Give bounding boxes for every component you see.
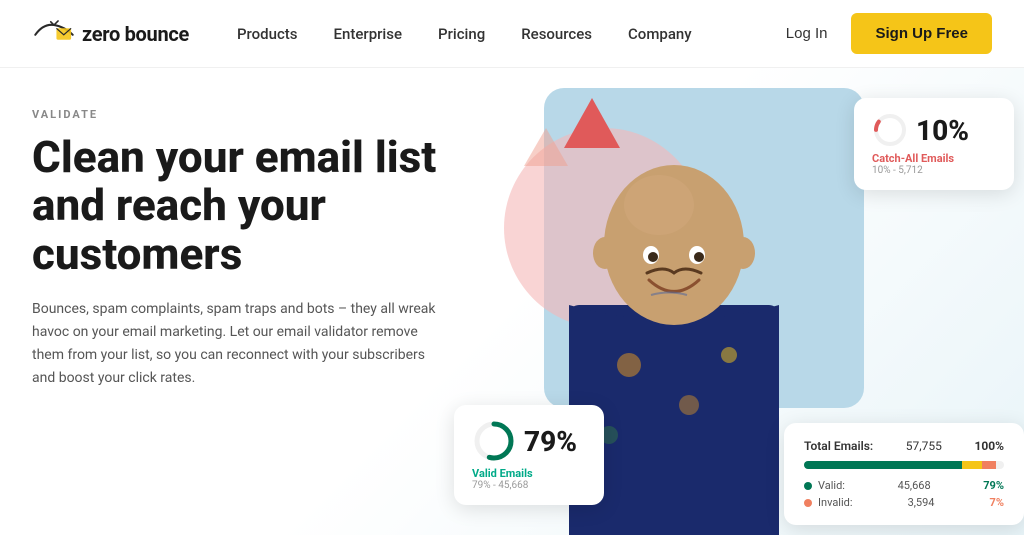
login-button[interactable]: Log In: [786, 25, 828, 42]
stats-total-row: Total Emails: 57,755 100%: [804, 439, 1004, 453]
hero-title: Clean your email list and reach your cus…: [32, 133, 448, 278]
navbar: zero bounce Products Enterprise Pricing …: [0, 0, 1024, 68]
pb-catchall: [962, 461, 982, 469]
nav-company[interactable]: Company: [628, 25, 692, 43]
hero-visual: 10% Catch-All Emails 10% - 5,712 79% Val…: [444, 68, 1024, 535]
valid-dot: [804, 482, 812, 490]
triangle-red: [564, 98, 620, 148]
valid-sub: 79% - 45,668: [472, 480, 586, 491]
hero-description: Bounces, spam complaints, spam traps and…: [32, 298, 448, 390]
invalid-row-value: 3,594: [908, 496, 935, 509]
invalid-row-pct: 7%: [990, 496, 1004, 509]
valid-percent-display: 79%: [472, 419, 586, 463]
nav-products[interactable]: Products: [237, 25, 298, 43]
stats-table-card: Total Emails: 57,755 100% Valid: 45,668 …: [784, 423, 1024, 525]
nav-pricing[interactable]: Pricing: [438, 25, 485, 43]
catch-all-label: Catch-All Emails: [872, 152, 996, 165]
signup-button[interactable]: Sign Up Free: [851, 13, 992, 54]
brand-name: zero bounce: [82, 22, 189, 46]
nav-resources[interactable]: Resources: [521, 25, 592, 43]
catch-all-percent-display: 10%: [872, 112, 996, 148]
catch-all-donut: [872, 112, 908, 148]
invalid-row-label: Invalid:: [818, 496, 853, 509]
hero-content: VALIDATE Clean your email list and reach…: [0, 68, 480, 535]
valid-label: Valid Emails: [472, 467, 586, 480]
valid-row-pct: 79%: [983, 479, 1004, 492]
valid-row-label: Valid:: [818, 479, 845, 492]
catch-all-percent: 10%: [916, 114, 969, 147]
stats-progress-bar: [804, 461, 1004, 469]
total-emails-value: 57,755: [906, 439, 942, 453]
pb-invalid: [982, 461, 996, 469]
nav-links: Products Enterprise Pricing Resources Co…: [237, 25, 786, 43]
stats-invalid-row: Invalid: 3,594 7%: [804, 496, 1004, 509]
stats-valid-row: Valid: 45,668 79%: [804, 479, 1004, 492]
validate-label: VALIDATE: [32, 108, 448, 121]
valid-row-value: 45,668: [898, 479, 931, 492]
invalid-dot: [804, 499, 812, 507]
hero-section: VALIDATE Clean your email list and reach…: [0, 68, 1024, 535]
logo[interactable]: zero bounce: [32, 18, 189, 50]
nav-enterprise[interactable]: Enterprise: [334, 25, 402, 43]
catch-all-sub: 10% - 5,712: [872, 165, 996, 176]
catch-all-card: 10% Catch-All Emails 10% - 5,712: [854, 98, 1014, 190]
pb-valid: [804, 461, 962, 469]
nav-actions: Log In Sign Up Free: [786, 13, 992, 54]
valid-percent: 79%: [524, 425, 577, 458]
total-emails-label: Total Emails:: [804, 439, 873, 453]
total-emails-pct: 100%: [974, 439, 1004, 453]
